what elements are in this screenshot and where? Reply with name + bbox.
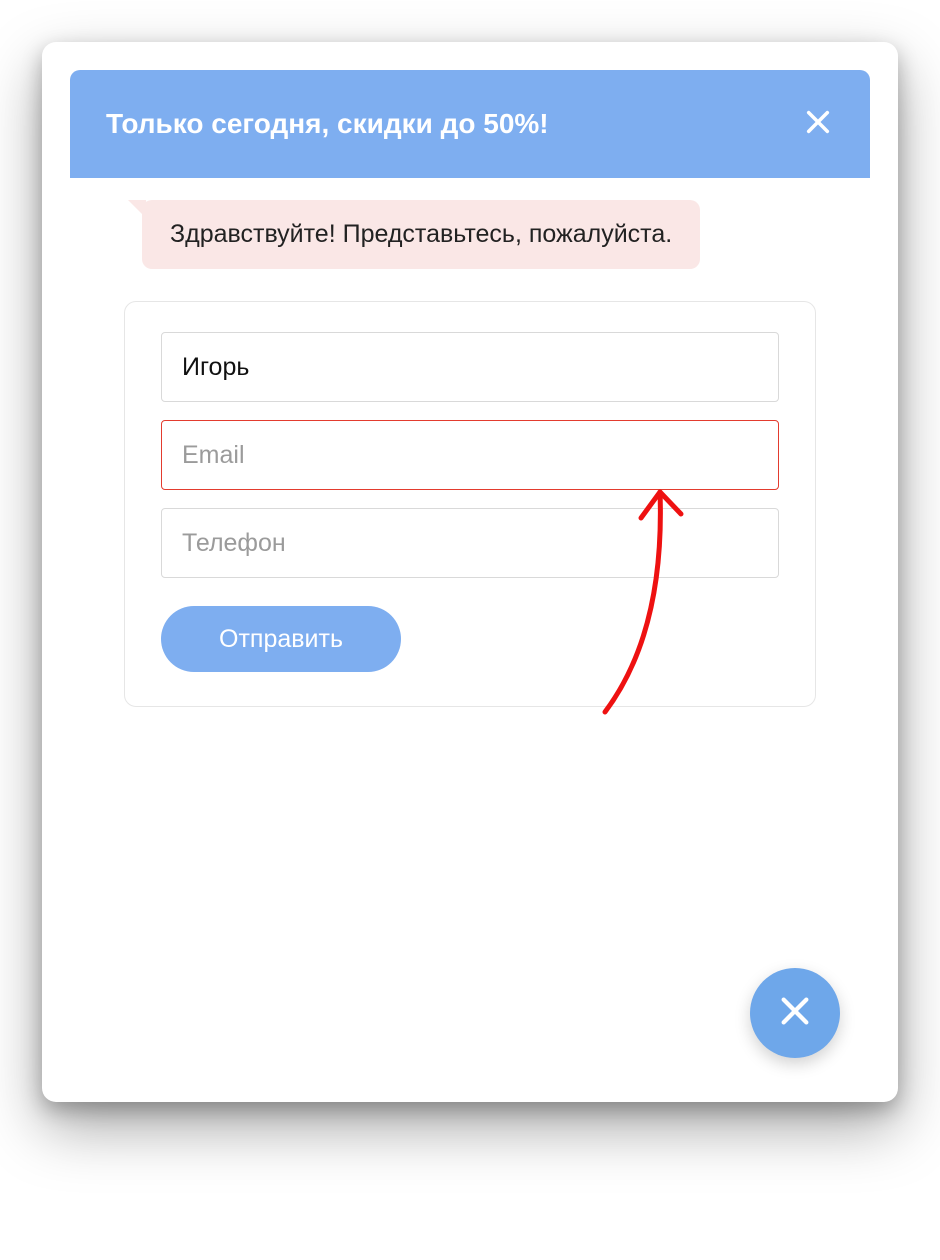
widget-header: Только сегодня, скидки до 50%! [70,70,870,178]
header-title: Только сегодня, скидки до 50%! [106,108,549,140]
annotation-arrow [575,462,695,722]
name-input[interactable] [161,332,779,402]
app-frame: Только сегодня, скидки до 50%! Здравству… [42,42,898,1102]
contact-form: Отправить [124,301,816,707]
chat-widget: Только сегодня, скидки до 50%! Здравству… [70,70,870,747]
chat-area: Здравствуйте! Представьтесь, пожалуйста. [70,178,870,279]
submit-button[interactable]: Отправить [161,606,401,672]
email-input[interactable] [161,420,779,490]
bot-message: Здравствуйте! Представьтесь, пожалуйста. [142,200,700,269]
close-icon [804,108,832,141]
widget-toggle-button[interactable] [750,968,840,1058]
close-button[interactable] [802,108,834,140]
phone-input[interactable] [161,508,779,578]
close-icon [778,994,812,1033]
